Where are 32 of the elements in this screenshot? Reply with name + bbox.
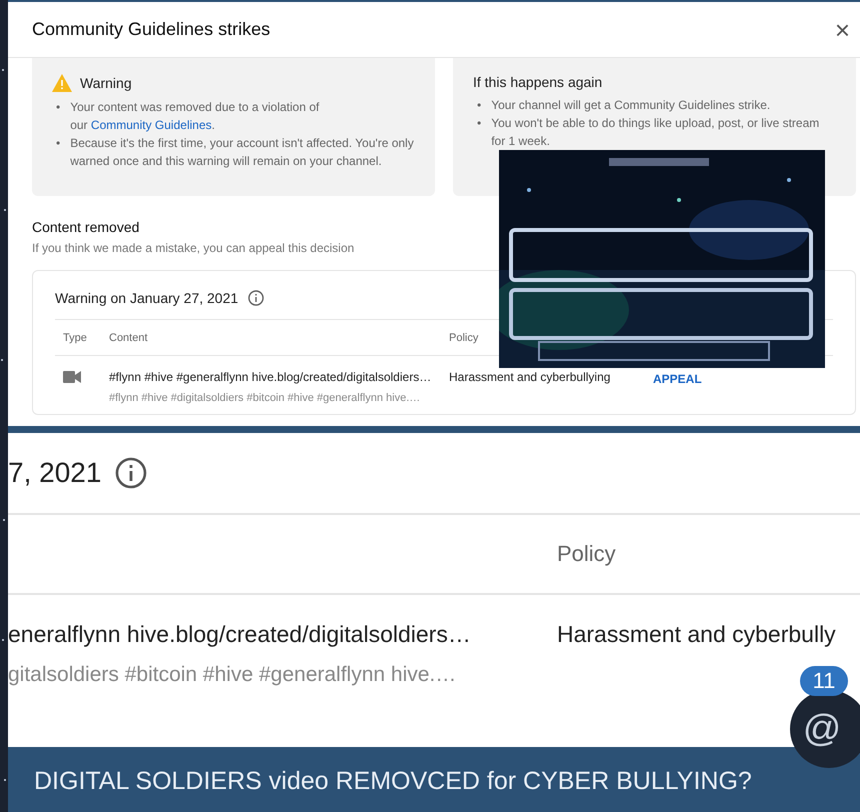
warning-date: 7, 2021 xyxy=(8,457,102,489)
bullet-text: Because it's the first time, your account isn't affected. You're only warned once and this warning will remain on your channel. xyxy=(70,135,415,170)
content-title: #flynn #hive #generalflynn hive.blog/created/digitalsoldiers… xyxy=(109,370,432,384)
table-title: Warning on January 27, 2021 xyxy=(55,290,238,306)
dialog-title: Community Guidelines strikes xyxy=(32,19,270,40)
column-header: Policy xyxy=(557,541,616,567)
bullet-text: Your channel will get a Community Guidelines strike. xyxy=(491,97,770,114)
column-header: Policy xyxy=(449,332,480,344)
guidelines-link[interactable]: Community Guidelines xyxy=(90,118,212,132)
bullet-marker: • xyxy=(477,115,482,132)
content-description: gitalsoldiers #bitcoin #hive #generalflynn hive.… xyxy=(8,663,456,686)
policy-cell: Harassment and cyberbully xyxy=(557,620,836,648)
appeal-link[interactable]: APPEAL xyxy=(653,372,702,386)
section-title: Content removed xyxy=(32,219,140,235)
card-title: If this happens again xyxy=(473,74,602,90)
bullet-marker: • xyxy=(56,135,60,152)
info-icon[interactable] xyxy=(115,457,148,489)
warning-icon xyxy=(52,74,72,92)
bullet-marker: • xyxy=(477,97,482,114)
card-title: Warning xyxy=(80,75,132,91)
info-icon[interactable] xyxy=(248,290,264,306)
section-hint: If you think we made a mistake, you can appeal this decision xyxy=(32,241,356,255)
content-description: #flynn #hive #digitalsoldiers #bitcoin #hive #generalflynn hive.… xyxy=(109,392,422,404)
column-header: Content xyxy=(109,332,149,344)
close-button[interactable]: × xyxy=(830,16,854,42)
video-camera-icon xyxy=(63,371,81,383)
policy-cell-text: Harassment and cyberbullying xyxy=(449,370,612,384)
bullet-text: You won't be able to do things like upload, post, or live stream for 1 week. xyxy=(491,115,820,150)
bullet-text: Your content was removed due to a violation of our Community Guidelines. xyxy=(70,99,320,134)
column-header: Type xyxy=(62,332,88,344)
content-title: eneralflynn hive.blog/created/digitalsoldiers… xyxy=(8,620,472,648)
bullet-marker: • xyxy=(56,99,60,116)
